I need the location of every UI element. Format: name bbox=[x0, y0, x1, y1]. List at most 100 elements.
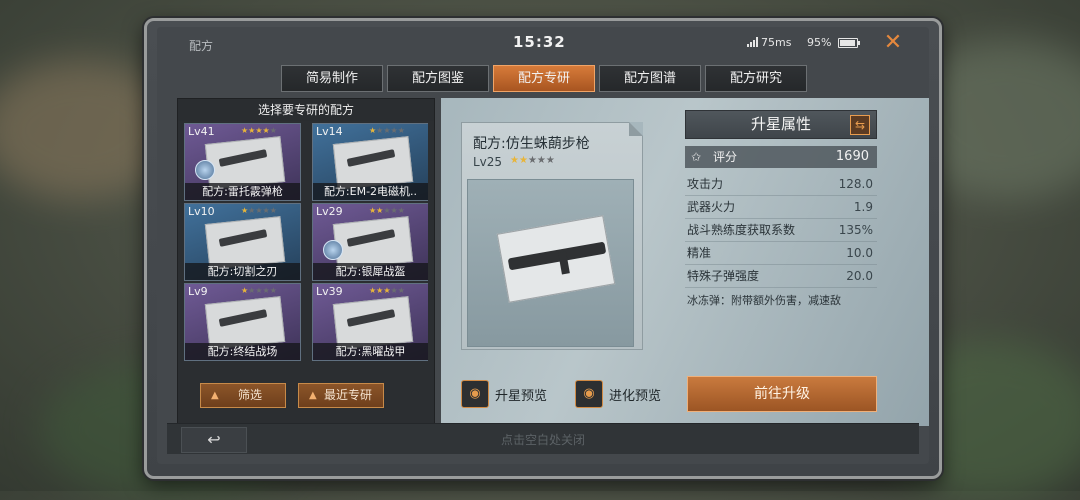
close-icon[interactable]: ✕ bbox=[882, 32, 904, 54]
recent-study-button[interactable]: ▲ 最近专研 bbox=[298, 383, 384, 408]
score-row: ✩ 评分 1690 bbox=[685, 146, 877, 168]
tab-recipe-study[interactable]: 配方专研 bbox=[493, 65, 595, 92]
attribute-row: 特殊子弹强度 20.0 bbox=[685, 265, 877, 288]
rating-star-icon: ✩ bbox=[691, 150, 702, 164]
tab-bar: 简易制作 配方图鉴 配方专研 配方图谱 配方研究 bbox=[281, 65, 807, 92]
card-level: Lv39 bbox=[316, 285, 343, 298]
blueprint-paper bbox=[332, 216, 414, 270]
card-name: 配方:EM-2电磁机.. bbox=[313, 183, 428, 200]
star-empty-icon: ★ bbox=[262, 206, 270, 215]
card-stars: ★★★★★ bbox=[241, 286, 277, 295]
attribute-row: 精准 10.0 bbox=[685, 242, 877, 265]
card-name: 配方:雷托霰弹枪 bbox=[185, 183, 300, 200]
recipe-grid[interactable]: Lv41 ★★★★★ 配方:雷托霰弹枪 Lv14 ★★★★★ 配方:EM-2电磁机.. Lv… bbox=[184, 123, 428, 363]
recipe-card[interactable]: Lv10 ★★★★★ 配方:切割之刃 bbox=[184, 203, 301, 281]
recipe-dialog: 配方 15:32 75ms 95% ✕ 简易制作 配方图鉴 配方专研 配方图谱 … bbox=[144, 18, 942, 479]
eye-icon: ◉ bbox=[575, 380, 603, 408]
attribute-row: 武器火力 1.9 bbox=[685, 196, 877, 219]
recipe-list-header: 选择要专研的配方 bbox=[178, 99, 434, 121]
attribute-label: 武器火力 bbox=[687, 200, 736, 214]
recipe-title: 配方:仿生蛛蓢步枪 bbox=[473, 136, 590, 152]
star-empty-icon: ★ bbox=[545, 155, 555, 166]
list-buttons: ▲ 筛选 ▲ 最近专研 bbox=[200, 383, 384, 408]
chevron-up-icon: ▲ bbox=[211, 390, 219, 401]
card-level: Lv10 bbox=[188, 205, 215, 218]
star-empty-icon: ★ bbox=[269, 206, 277, 215]
goto-upgrade-button[interactable]: 前往升级 bbox=[687, 376, 877, 412]
star-empty-icon: ★ bbox=[383, 126, 391, 135]
recipe-stars: ★★★★★ bbox=[510, 155, 555, 166]
recipe-card[interactable]: Lv9 ★★★★★ 配方:终结战场 bbox=[184, 283, 301, 361]
star-filled-icon: ★ bbox=[518, 155, 528, 166]
card-stars: ★★★★★ bbox=[241, 126, 277, 135]
tab-simple-craft[interactable]: 简易制作 bbox=[281, 65, 383, 92]
recipe-card[interactable]: Lv29 ★★★★★ 配方:银犀战盔 bbox=[312, 203, 428, 281]
ping-text: 75ms bbox=[761, 36, 792, 49]
recipe-sheet: 配方:仿生蛛蓢步枪 Lv25 ★★★★★ bbox=[461, 122, 643, 350]
close-hint: 点击空白处关闭 bbox=[500, 433, 585, 447]
signal-icon bbox=[747, 37, 758, 47]
blueprint-paper bbox=[204, 216, 286, 270]
status-bar: 配方 15:32 75ms 95% ✕ bbox=[157, 27, 929, 59]
blueprint-paper bbox=[204, 136, 286, 190]
blueprint-paper bbox=[332, 136, 414, 190]
star-empty-icon: ★ bbox=[269, 286, 277, 295]
card-level: Lv29 bbox=[316, 205, 343, 218]
globe-badge-icon bbox=[195, 160, 215, 180]
card-name: 配方:黑曜战甲 bbox=[313, 343, 428, 360]
star-filled-icon: ★ bbox=[255, 126, 263, 135]
card-level: Lv9 bbox=[188, 285, 208, 298]
attribute-row: 攻击力 128.0 bbox=[685, 173, 877, 196]
screen-label: 配方 bbox=[189, 39, 214, 53]
card-name: 配方:终结战场 bbox=[185, 343, 300, 360]
swap-icon[interactable]: ⇆ bbox=[850, 115, 870, 135]
star-filled-icon: ★ bbox=[510, 155, 519, 166]
attribute-value: 1.9 bbox=[853, 200, 873, 214]
star-preview-button[interactable]: ◉ 升星预览 bbox=[461, 380, 547, 408]
tab-recipe-research[interactable]: 配方研究 bbox=[705, 65, 807, 92]
tab-recipe-catalog[interactable]: 配方图鉴 bbox=[387, 65, 489, 92]
attribute-value: 135% bbox=[838, 223, 873, 237]
star-empty-icon: ★ bbox=[262, 286, 270, 295]
battery-icon bbox=[838, 38, 860, 48]
attribute-label: 攻击力 bbox=[687, 177, 724, 191]
attribute-value: 20.0 bbox=[846, 269, 873, 283]
attribute-label: 战斗熟练度获取系数 bbox=[687, 223, 796, 237]
star-preview-label: 升星预览 bbox=[495, 388, 548, 404]
recipe-level: Lv25 bbox=[473, 155, 503, 169]
attribute-list: 攻击力 128.0 武器火力 1.9 战斗熟练度获取系数 135% 精准 10.0 特殊… bbox=[685, 173, 877, 288]
card-level: Lv14 bbox=[316, 125, 343, 138]
recent-study-button-label: 最近专研 bbox=[323, 388, 372, 402]
star-empty-icon: ★ bbox=[390, 286, 398, 295]
recipe-card[interactable]: Lv14 ★★★★★ 配方:EM-2电磁机.. bbox=[312, 123, 428, 201]
sheet-fold bbox=[629, 122, 643, 136]
attribute-value: 128.0 bbox=[838, 177, 873, 191]
chevron-up-icon: ▲ bbox=[309, 390, 317, 401]
card-level: Lv41 bbox=[188, 125, 215, 138]
dialog-body: 配方 15:32 75ms 95% ✕ 简易制作 配方图鉴 配方专研 配方图谱 … bbox=[157, 27, 929, 464]
attribute-label: 特殊子弹强度 bbox=[687, 269, 760, 283]
footer-bar[interactable]: ↩ 点击空白处关闭 bbox=[167, 423, 919, 454]
star-empty-icon: ★ bbox=[527, 155, 537, 166]
attribute-row: 战斗熟练度获取系数 135% bbox=[685, 219, 877, 242]
attribute-header: 升星属性 ⇆ bbox=[685, 110, 877, 139]
card-name: 配方:银犀战盔 bbox=[313, 263, 428, 280]
blueprint-paper bbox=[332, 296, 414, 350]
evolve-preview-button[interactable]: ◉ 进化预览 bbox=[575, 380, 661, 408]
score-value: 1690 bbox=[835, 149, 869, 164]
score-label: 评分 bbox=[713, 150, 738, 164]
evolve-preview-label: 进化预览 bbox=[609, 388, 662, 404]
recipe-card[interactable]: Lv41 ★★★★★ 配方:雷托霰弹枪 bbox=[184, 123, 301, 201]
globe-badge-icon bbox=[323, 240, 343, 260]
blueprint-image bbox=[467, 179, 634, 347]
recipe-card[interactable]: Lv39 ★★★★★ 配方:黑曜战甲 bbox=[312, 283, 428, 361]
tab-recipe-atlas[interactable]: 配方图谱 bbox=[599, 65, 701, 92]
card-stars: ★★★★★ bbox=[369, 286, 405, 295]
star-empty-icon: ★ bbox=[397, 206, 405, 215]
star-filled-icon: ★ bbox=[262, 126, 270, 135]
star-empty-icon: ★ bbox=[390, 206, 398, 215]
filter-button[interactable]: ▲ 筛选 bbox=[200, 383, 286, 408]
attribute-value: 10.0 bbox=[846, 246, 873, 260]
card-stars: ★★★★★ bbox=[369, 126, 405, 135]
star-empty-icon: ★ bbox=[390, 126, 398, 135]
